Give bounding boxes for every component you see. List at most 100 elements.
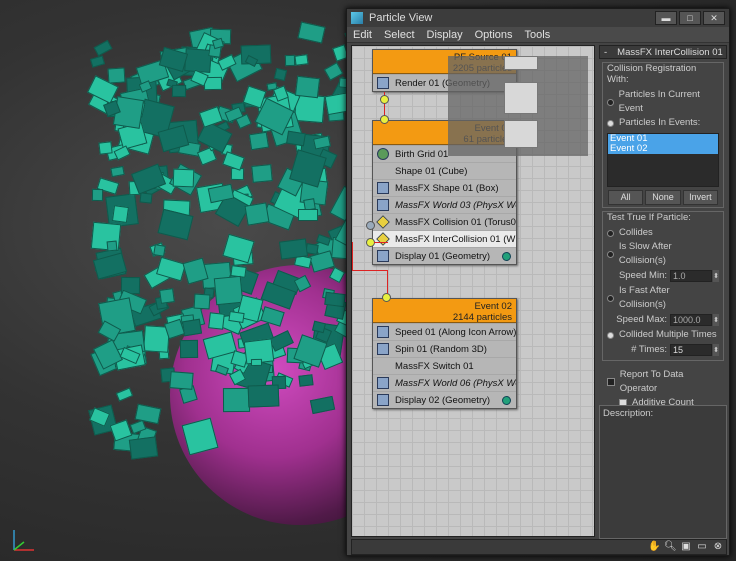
radio-collided-multiple[interactable]: Collided Multiple Times xyxy=(607,328,719,342)
particle-cube xyxy=(251,358,262,367)
particle-cube xyxy=(98,141,113,155)
list-item[interactable]: Event 02 xyxy=(608,144,718,154)
particle-cube xyxy=(128,436,159,460)
particle-cube xyxy=(93,39,113,57)
maximize-button[interactable]: □ xyxy=(679,11,701,25)
speed-min-spinner[interactable]: Speed Min: 1.0 ⬍ xyxy=(607,269,719,283)
operator-row[interactable]: Shape 01 (Cube) xyxy=(373,162,516,179)
test-output-connector[interactable] xyxy=(366,221,375,230)
particle-cube xyxy=(298,373,314,387)
title-bar[interactable]: Particle View ▬ □ ✕ xyxy=(347,9,729,27)
particle-cube xyxy=(247,384,280,408)
invert-button[interactable]: Invert xyxy=(682,190,718,205)
particle-cube xyxy=(324,291,346,307)
display-icon xyxy=(377,394,389,406)
particle-cube xyxy=(213,275,244,305)
particle-cube xyxy=(294,53,308,66)
operator-row-selected[interactable]: MassFX InterCollision 01 (With ... xyxy=(373,230,516,247)
intercollision-test-icon xyxy=(376,232,390,246)
massfx-shape-icon xyxy=(377,182,389,194)
particle-cube xyxy=(278,238,308,260)
radio-fast-after[interactable]: Is Fast After Collision(s) xyxy=(607,284,719,312)
node-event-02[interactable]: Event 02 2144 particles Speed 01 (Along I… xyxy=(372,298,517,409)
test-true-group: Test True If Particle: Collides Is Slow … xyxy=(602,211,724,361)
none-button[interactable]: None xyxy=(645,190,681,205)
particle-cube xyxy=(223,387,251,412)
output-connector[interactable] xyxy=(380,95,389,104)
operator-row[interactable]: MassFX Switch 01 xyxy=(373,357,516,374)
massfx-world-icon xyxy=(377,377,389,389)
node-particles: 2144 particles xyxy=(452,312,512,323)
operator-row[interactable]: MassFX Collision 01 (Torus01) xyxy=(373,213,516,230)
operator-row[interactable]: MassFX Shape 01 (Box) xyxy=(373,179,516,196)
all-button[interactable]: All xyxy=(608,190,644,205)
menu-edit[interactable]: Edit xyxy=(347,29,378,41)
particle-cube xyxy=(116,387,134,402)
particle-cube xyxy=(295,75,321,99)
close-button[interactable]: ✕ xyxy=(703,11,725,25)
menu-bar: Edit Select Display Options Tools xyxy=(347,27,729,43)
operator-row[interactable]: Spin 01 (Random 3D) xyxy=(373,340,516,357)
event-input-connector[interactable] xyxy=(382,293,391,302)
particle-view-window[interactable]: Particle View ▬ □ ✕ Edit Select Display … xyxy=(346,8,730,556)
events-list[interactable]: Event 01 Event 02 xyxy=(607,133,719,187)
operator-row[interactable]: Display 01 (Geometry) xyxy=(373,247,516,264)
radio-in-events[interactable]: Particles In Events: xyxy=(607,116,719,130)
window-title: Particle View xyxy=(369,12,433,24)
event-input-connector[interactable] xyxy=(380,115,389,124)
radio-collides[interactable]: Collides xyxy=(607,226,719,240)
node-title: Event 02 xyxy=(474,301,513,312)
particle-cube xyxy=(228,310,245,323)
massfx-world-icon xyxy=(377,199,389,211)
particle-cube xyxy=(297,21,326,45)
rollout-title[interactable]: - MassFX InterCollision 01 xyxy=(599,45,727,59)
collision-test-icon xyxy=(376,215,390,229)
canvas-navigator-overlay[interactable] xyxy=(448,56,588,156)
navigator-box xyxy=(504,56,538,70)
display-color-dot[interactable] xyxy=(502,395,511,405)
particle-cube xyxy=(157,208,194,241)
operator-row[interactable]: MassFX World 06 (PhysX Wor... xyxy=(373,374,516,391)
menu-select[interactable]: Select xyxy=(378,29,421,41)
menu-tools[interactable]: Tools xyxy=(519,29,557,41)
particle-flow-canvas[interactable]: PF Source 012205 particles Render 01 (Ge… xyxy=(351,45,595,537)
particle-cube xyxy=(244,202,270,227)
menu-display[interactable]: Display xyxy=(421,29,469,41)
particle-cube xyxy=(171,85,186,98)
particle-cube xyxy=(110,166,126,178)
particle-cube xyxy=(169,370,194,390)
particle-cube xyxy=(159,288,175,305)
zoom-region-icon[interactable]: ▣ xyxy=(680,541,692,553)
times-spinner[interactable]: # Times: 15 ⬍ xyxy=(607,343,719,357)
shape-icon xyxy=(377,165,389,177)
navigate-icon[interactable]: ⊗ xyxy=(712,541,724,553)
render-icon xyxy=(377,77,389,89)
particle-cube xyxy=(248,131,269,151)
menu-options[interactable]: Options xyxy=(469,29,519,41)
app-icon xyxy=(351,12,363,24)
report-checkbox[interactable]: Report To Data Operator xyxy=(607,368,719,396)
hand-icon[interactable]: ✋ xyxy=(648,541,660,553)
operator-row[interactable]: Display 02 (Geometry) xyxy=(373,391,516,408)
particle-cube xyxy=(208,312,226,330)
zoom-icon[interactable]: 🔍︎ xyxy=(664,541,677,553)
particle-cube xyxy=(285,54,296,66)
radio-current-event[interactable]: Particles In Current Event xyxy=(607,88,719,116)
minimize-button[interactable]: ▬ xyxy=(655,11,677,25)
speed-max-spinner[interactable]: Speed Max: 1000.0 ⬍ xyxy=(607,313,719,327)
operator-row[interactable]: MassFX World 03 (PhysX Wor... xyxy=(373,196,516,213)
status-bar: ✋ 🔍︎ ▣ ▭ ⊗ xyxy=(351,539,727,555)
operator-row[interactable]: Speed 01 (Along Icon Arrow) xyxy=(373,323,516,340)
particle-cube xyxy=(221,233,254,264)
particle-cube xyxy=(285,130,307,146)
display-color-dot[interactable] xyxy=(502,251,511,261)
radio-slow-after[interactable]: Is Slow After Collision(s) xyxy=(607,240,719,268)
axis-gizmo xyxy=(6,522,40,556)
spin-icon xyxy=(377,343,389,355)
parameters-panel: - MassFX InterCollision 01 Collision Regi… xyxy=(599,45,727,541)
zoom-extents-icon[interactable]: ▭ xyxy=(696,541,708,553)
switch-icon xyxy=(377,360,389,372)
particle-cube xyxy=(298,209,319,222)
particle-cube xyxy=(173,168,195,188)
particle-cube xyxy=(251,164,273,183)
